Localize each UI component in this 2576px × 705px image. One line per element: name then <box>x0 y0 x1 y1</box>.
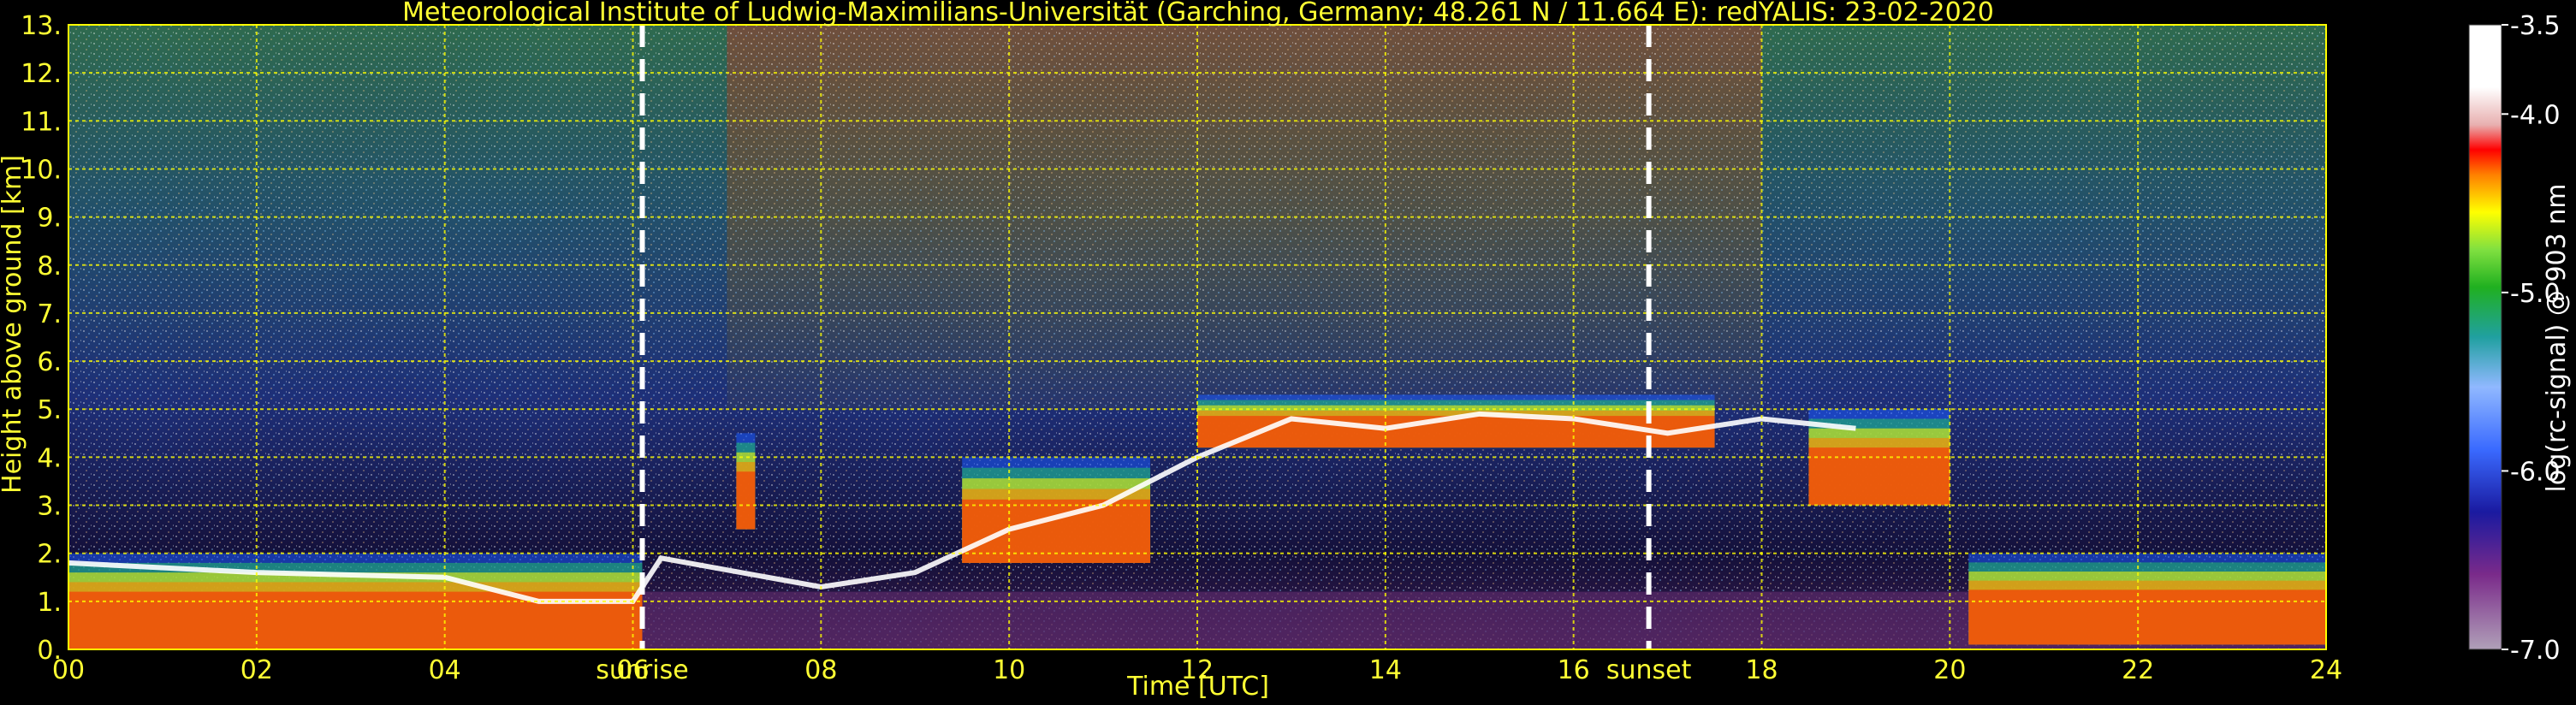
x-tick-label-16: 16 <box>1558 655 1590 685</box>
y-tick-label-5: 5. <box>37 395 62 425</box>
lidar-chart: sunrise sunset 00 02 04 06 08 10 12 14 16 18 20 22 24… <box>0 0 2572 702</box>
y-tick-label-13: 13. <box>21 11 62 41</box>
x-tick-label-14: 14 <box>1369 655 1402 685</box>
x-tick-label-04: 04 <box>429 655 461 685</box>
y-tick-label-11: 11. <box>21 107 62 137</box>
x-tick-label-22: 22 <box>2122 655 2154 685</box>
x-tick-label-06: 06 <box>616 655 649 685</box>
y-tick-label-7: 7. <box>37 299 62 329</box>
y-tick-label-9: 9. <box>37 204 62 234</box>
x-tick-label-10: 10 <box>993 655 1025 685</box>
sunset-label: sunset <box>1606 655 1692 685</box>
y-axis-label: Height above ground [km] <box>0 155 27 494</box>
x-tick-label-18: 18 <box>1745 655 1778 685</box>
y-tick-label-3: 3. <box>37 492 62 522</box>
cloud-layer-1-band-4 <box>736 471 756 530</box>
x-tick-label-02: 02 <box>240 655 273 685</box>
x-tick-label-08: 08 <box>804 655 837 685</box>
cloud-layer-5-band-4 <box>1968 589 2326 645</box>
y-tick-label-2: 2. <box>37 540 62 570</box>
colorbar-tick-label-4: -7.0 <box>2510 636 2561 666</box>
colorbar-tick-label-1: -4.0 <box>2510 100 2561 130</box>
colorbar-label: log(rc-signal) @ 903 nm <box>2542 184 2572 493</box>
x-tick-label-24: 24 <box>2310 655 2342 685</box>
x-axis-label: Time [UTC] <box>1126 672 1269 702</box>
colorbar-tick-label-0: -3.5 <box>2510 11 2561 41</box>
cloud-layer-3-band-4 <box>1197 416 1715 448</box>
y-tick-label-0: 0. <box>37 636 62 666</box>
y-tick-label-6: 6. <box>37 347 62 377</box>
colorbar-gradient <box>2468 24 2502 650</box>
y-tick-label-1: 1. <box>37 588 62 618</box>
x-tick-label-20: 20 <box>1933 655 1966 685</box>
y-tick-label-12: 12. <box>21 59 62 89</box>
y-tick-label-4: 4. <box>37 443 62 473</box>
cloud-layer-4-band-4 <box>1808 447 1950 506</box>
chart-title: Meteorological Institute of Ludwig-Maxim… <box>402 0 1994 27</box>
y-tick-label-8: 8. <box>37 252 62 281</box>
